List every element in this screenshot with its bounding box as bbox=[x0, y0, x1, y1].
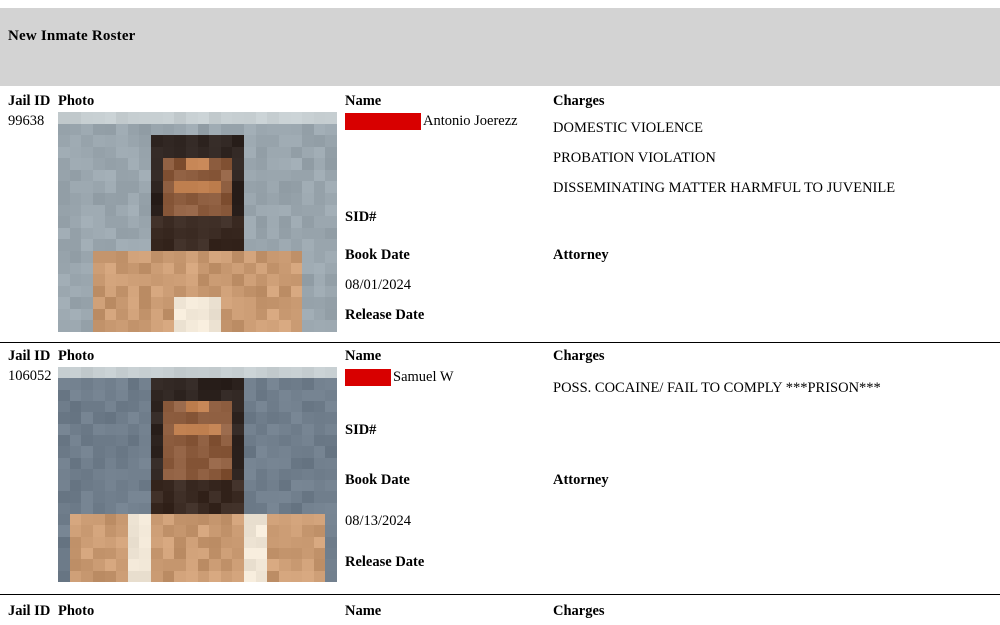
jail-id-value: 99638 bbox=[8, 113, 45, 129]
column-header-charges: Charges bbox=[553, 603, 605, 619]
inmate-name-cell: Samuel W bbox=[345, 369, 454, 386]
attorney-label: Attorney bbox=[553, 247, 609, 263]
record-divider bbox=[0, 342, 1000, 343]
column-header-name: Name bbox=[345, 93, 382, 109]
name-redaction-bar bbox=[345, 369, 391, 386]
column-header-jail-id: Jail ID bbox=[8, 603, 51, 619]
inmate-roster-page: New Inmate Roster Jail ID Photo Name Cha… bbox=[0, 0, 1000, 625]
inmate-name-cell: Antonio Joerezz bbox=[345, 113, 518, 130]
charge-item: DISSEMINATING MATTER HARMFUL TO JUVENILE bbox=[553, 180, 896, 196]
book-date-label: Book Date bbox=[345, 247, 410, 263]
charge-item: PROBATION VIOLATION bbox=[553, 150, 716, 166]
column-header-photo: Photo bbox=[58, 348, 95, 364]
column-header-photo: Photo bbox=[58, 93, 95, 109]
column-header-name: Name bbox=[345, 603, 382, 619]
charge-item: DOMESTIC VIOLENCE bbox=[553, 120, 703, 136]
record-divider bbox=[0, 594, 1000, 595]
book-date-value: 08/13/2024 bbox=[345, 513, 412, 529]
title-banner bbox=[0, 8, 1000, 86]
sid-label: SID# bbox=[345, 209, 377, 225]
release-date-label: Release Date bbox=[345, 554, 425, 570]
column-header-charges: Charges bbox=[553, 348, 605, 364]
sid-label: SID# bbox=[345, 422, 377, 438]
book-date-label: Book Date bbox=[345, 472, 410, 488]
column-header-name: Name bbox=[345, 348, 382, 364]
jail-id-value: 106052 bbox=[8, 368, 52, 384]
inmate-name: Samuel W bbox=[393, 369, 454, 385]
book-date-value: 08/01/2024 bbox=[345, 277, 412, 293]
inmate-name: Antonio Joerezz bbox=[423, 113, 518, 129]
mugshot-photo[interactable] bbox=[58, 367, 337, 582]
column-header-charges: Charges bbox=[553, 93, 605, 109]
name-redaction-bar bbox=[345, 113, 421, 130]
page-title: New Inmate Roster bbox=[8, 28, 136, 44]
release-date-label: Release Date bbox=[345, 307, 425, 323]
column-header-jail-id: Jail ID bbox=[8, 93, 51, 109]
column-header-jail-id: Jail ID bbox=[8, 348, 51, 364]
column-header-photo: Photo bbox=[58, 603, 95, 619]
mugshot-photo[interactable] bbox=[58, 112, 337, 332]
attorney-label: Attorney bbox=[553, 472, 609, 488]
charge-item: POSS. COCAINE/ FAIL TO COMPLY ***PRISON*… bbox=[553, 380, 881, 396]
